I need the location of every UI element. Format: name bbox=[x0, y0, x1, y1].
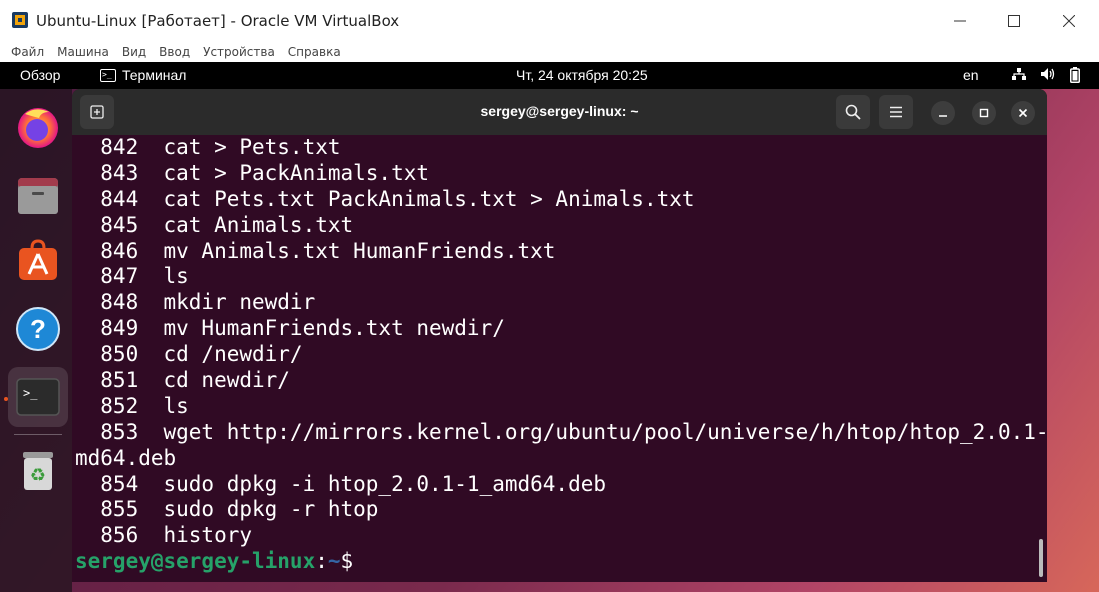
svg-text:♻: ♻ bbox=[30, 465, 46, 486]
history-line: 844 cat Pets.txt PackAnimals.txt > Anima… bbox=[75, 186, 695, 211]
minimize-icon bbox=[939, 115, 947, 117]
app-menu-label: Терминал bbox=[122, 67, 187, 83]
hamburger-menu-button[interactable] bbox=[879, 95, 913, 129]
maximize-button[interactable] bbox=[990, 0, 1038, 42]
dock: ? >_ ♻ bbox=[0, 89, 72, 592]
dock-files[interactable] bbox=[8, 165, 68, 225]
help-icon: ? bbox=[16, 307, 60, 351]
prompt-path: ~ bbox=[327, 549, 341, 574]
terminal-icon: >_ bbox=[16, 378, 60, 416]
dock-app-center[interactable] bbox=[8, 231, 68, 291]
activities-button[interactable]: Обзор bbox=[20, 67, 60, 83]
history-line: 842 cat > Pets.txt bbox=[75, 135, 341, 159]
history-line: 854 sudo dpkg -i htop_2.0.1-1_amd64.deb bbox=[75, 471, 607, 496]
terminal-minimize-button[interactable] bbox=[931, 101, 955, 125]
close-window-button[interactable] bbox=[1045, 0, 1093, 42]
history-line: 847 ls bbox=[75, 264, 189, 289]
battery-icon[interactable] bbox=[1070, 67, 1080, 86]
terminal-headerbar: sergey@sergey-linux: ~ bbox=[72, 89, 1047, 135]
svg-text:>_: >_ bbox=[23, 386, 38, 400]
dock-separator bbox=[14, 434, 62, 435]
prompt-user: sergey@sergey-linux bbox=[75, 549, 316, 574]
maximize-icon bbox=[979, 108, 989, 118]
virtualbox-menubar: Файл Машина Вид Ввод Устройства Справка bbox=[0, 42, 1099, 62]
guest-screen: Обзор >_ Терминал Чт, 24 октября 20:25 e… bbox=[0, 62, 1099, 592]
menu-help[interactable]: Справка bbox=[288, 45, 341, 59]
terminal-window: sergey@sergey-linux: ~ 842 cat > Pets.tx… bbox=[72, 89, 1047, 582]
app-menu[interactable]: >_ Терминал bbox=[100, 67, 186, 83]
terminal-close-button[interactable] bbox=[1011, 101, 1035, 125]
dock-terminal[interactable]: >_ bbox=[8, 367, 68, 427]
menu-input[interactable]: Ввод bbox=[159, 45, 190, 59]
menu-file[interactable]: Файл bbox=[11, 45, 44, 59]
minimize-button[interactable] bbox=[936, 0, 984, 42]
menu-view[interactable]: Вид bbox=[122, 45, 146, 59]
prompt-symbol: $ bbox=[340, 549, 354, 574]
volume-icon[interactable] bbox=[1040, 67, 1056, 84]
clock[interactable]: Чт, 24 октября 20:25 bbox=[516, 67, 648, 83]
keyboard-layout[interactable]: en bbox=[963, 67, 979, 83]
terminal-output[interactable]: 842 cat > Pets.txt 843 cat > PackAnimals… bbox=[72, 135, 1047, 575]
app-center-icon bbox=[19, 239, 57, 280]
history-line: 849 mv HumanFriends.txt newdir/ bbox=[75, 316, 505, 341]
menu-icon bbox=[890, 106, 902, 118]
history-line: 848 mkdir newdir bbox=[75, 290, 316, 315]
history-line: 856 history bbox=[75, 523, 253, 548]
terminal-small-icon: >_ bbox=[100, 68, 116, 82]
trash-icon: ♻ bbox=[23, 452, 53, 490]
history-line: 851 cd newdir/ bbox=[75, 368, 290, 393]
firefox-icon bbox=[18, 108, 58, 148]
shell-prompt[interactable]: sergey@sergey-linux:~$ bbox=[75, 549, 1037, 575]
menu-devices[interactable]: Устройства bbox=[203, 45, 275, 59]
close-icon bbox=[1018, 108, 1028, 118]
network-icon[interactable] bbox=[1012, 67, 1026, 84]
dock-trash[interactable]: ♻ bbox=[8, 441, 68, 501]
dock-help[interactable]: ? bbox=[8, 299, 68, 359]
history-line: 846 mv Animals.txt HumanFriends.txt bbox=[75, 238, 556, 263]
virtualbox-app-icon bbox=[10, 10, 30, 30]
history-line: 843 cat > PackAnimals.txt bbox=[75, 160, 430, 185]
svg-text:?: ? bbox=[30, 314, 46, 344]
virtualbox-titlebar: Ubuntu-Linux [Работает] - Oracle VM Virt… bbox=[0, 0, 1099, 42]
terminal-maximize-button[interactable] bbox=[972, 101, 996, 125]
history-line: 853 wget http://mirrors.kernel.org/ubunt… bbox=[75, 419, 1047, 444]
history-line: 845 cat Animals.txt bbox=[75, 212, 354, 237]
files-icon bbox=[18, 178, 58, 214]
history-line: 852 ls bbox=[75, 393, 189, 418]
prompt-colon: : bbox=[315, 549, 328, 574]
menu-machine[interactable]: Машина bbox=[57, 45, 109, 59]
window-title: Ubuntu-Linux [Работает] - Oracle VM Virt… bbox=[36, 12, 400, 30]
search-icon bbox=[845, 104, 861, 120]
search-button[interactable] bbox=[836, 95, 870, 129]
history-line: md64.deb bbox=[75, 445, 177, 470]
history-line: 850 cd /newdir/ bbox=[75, 342, 303, 367]
dock-firefox[interactable] bbox=[8, 97, 68, 157]
gnome-top-bar: Обзор >_ Терминал Чт, 24 октября 20:25 e… bbox=[0, 62, 1099, 89]
terminal-scrollbar[interactable] bbox=[1039, 539, 1043, 577]
history-line: 855 sudo dpkg -r htop bbox=[75, 497, 379, 522]
